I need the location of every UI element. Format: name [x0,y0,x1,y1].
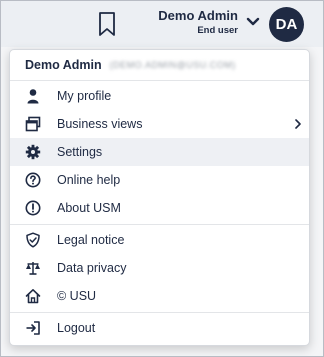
menu-item-label: Legal notice [57,233,125,247]
menu-item-data-privacy[interactable]: Data privacy [10,254,309,282]
menu-item-legal-notice[interactable]: Legal notice [10,226,309,254]
menu-header-email: (DEMO.ADMIN@USU.COM) [109,60,236,70]
gear-icon [25,144,41,160]
menu-item-logout[interactable]: Logout [10,314,309,342]
person-icon [25,88,41,104]
user-menu-dropdown: Demo Admin (DEMO.ADMIN@USU.COM) My profi… [9,49,310,346]
menu-item-my-profile[interactable]: My profile [10,82,309,110]
bookmark-icon[interactable] [96,11,118,37]
menu-item-label: Settings [57,145,103,159]
menu-header: Demo Admin (DEMO.ADMIN@USU.COM) [10,50,309,80]
menu-item-copyright[interactable]: © USU [10,282,309,310]
avatar[interactable]: DA [269,7,304,42]
shield-icon [25,232,41,248]
menu-item-online-help[interactable]: Online help [10,166,309,194]
menu-divider [10,312,309,313]
question-circle-icon [25,172,41,188]
menu-item-business-views[interactable]: Business views [10,110,309,138]
windows-icon [25,116,41,132]
menu-item-label: My profile [57,89,112,103]
menu-item-settings[interactable]: Settings [10,138,309,166]
menu-item-label: About USM [57,201,121,215]
menu-item-about-usm[interactable]: About USM [10,194,309,222]
menu-divider [10,224,309,225]
menu-item-label: © USU [57,289,97,303]
menu-header-name: Demo Admin [25,58,102,72]
menu-divider [10,80,309,81]
app-frame: Demo Admin End user DA Demo Admin (DEMO.… [0,0,324,357]
menu-item-label: Logout [57,321,96,335]
top-bar: Demo Admin End user DA [1,1,323,47]
user-name: Demo Admin [158,8,238,23]
home-icon [25,288,41,304]
user-role: End user [197,25,238,36]
scales-icon [25,260,41,276]
logout-icon [25,320,41,336]
user-info[interactable]: Demo Admin End user [141,8,238,37]
exclamation-circle-icon [25,200,41,216]
menu-item-label: Business views [57,117,143,131]
chevron-right-icon [295,119,301,129]
menu-item-label: Online help [57,173,121,187]
chevron-down-icon[interactable] [246,17,260,27]
menu-item-label: Data privacy [57,261,127,275]
